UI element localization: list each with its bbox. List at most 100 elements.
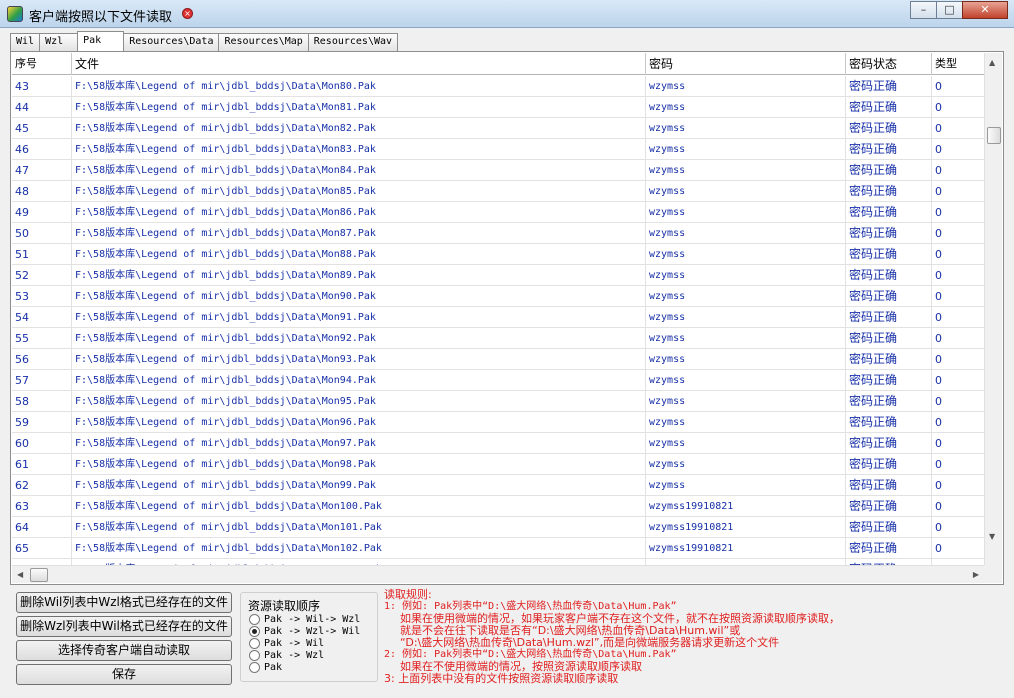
radio-button[interactable] [249, 625, 260, 637]
table-row[interactable]: 65 F:\58版本库\Legend of mir\jdbl_bddsj\Data… [12, 538, 984, 559]
table-row[interactable]: 57 F:\58版本库\Legend of mir\jdbl_bddsj\Data… [12, 370, 984, 391]
cell-password: wzymss [646, 286, 846, 307]
cell-type: 0 [935, 227, 942, 240]
tab-resources-map[interactable]: Resources\Map [218, 33, 309, 51]
table-row[interactable]: 44 F:\58版本库\Legend of mir\jdbl_bddsj\Data… [12, 97, 984, 118]
cell-index: 56 [12, 349, 72, 370]
radio-button[interactable] [249, 613, 260, 625]
cell-password-status: 密码正确 [846, 97, 932, 118]
read-order-option[interactable]: Pak -> Wzl-> Wil [249, 625, 360, 637]
column-header-file[interactable]: 文件 [72, 53, 646, 75]
cell-file: F:\58版本库\Legend of mir\jdbl_bddsj\Data\M… [72, 223, 646, 244]
table-row[interactable]: 51 F:\58版本库\Legend of mir\jdbl_bddsj\Data… [12, 244, 984, 265]
cell-type: 0 [935, 185, 942, 198]
cell-file: F:\58版本库\Legend of mir\jdbl_bddsj\Data\M… [72, 76, 646, 97]
table-row[interactable]: 53 F:\58版本库\Legend of mir\jdbl_bddsj\Data… [12, 286, 984, 307]
cell-file: F:\58版本库\Legend of mir\jdbl_bddsj\Data\M… [72, 391, 646, 412]
cell-password-status: 密码正确 [846, 433, 932, 454]
table-row[interactable]: 55 F:\58版本库\Legend of mir\jdbl_bddsj\Data… [12, 328, 984, 349]
scroll-left-icon[interactable]: ◀ [17, 570, 23, 579]
tab-resources-wav[interactable]: Resources\Wav [307, 33, 399, 51]
cell-password-status: 密码正确 [846, 202, 932, 223]
cell-file: F:\58版本库\Legend of mir\jdbl_bddsj\Data\M… [72, 496, 646, 517]
cell-password: wzymss [646, 328, 846, 349]
cell-file: F:\58版本库\Legend of mir\jdbl_bddsj\Data\M… [72, 328, 646, 349]
radio-button[interactable] [249, 637, 260, 649]
table-row[interactable]: 50 F:\58版本库\Legend of mir\jdbl_bddsj\Data… [12, 223, 984, 244]
table-row[interactable]: 52 F:\58版本库\Legend of mir\jdbl_bddsj\Data… [12, 265, 984, 286]
tab-wil[interactable]: Wil [10, 33, 41, 51]
cell-index: 46 [12, 139, 72, 160]
table-row[interactable]: 46 F:\58版本库\Legend of mir\jdbl_bddsj\Data… [12, 139, 984, 160]
column-header-password-status[interactable]: 密码状态 [846, 53, 932, 75]
table-row[interactable]: 61 F:\58版本库\Legend of mir\jdbl_bddsj\Data… [12, 454, 984, 475]
radio-button[interactable] [249, 649, 260, 661]
cell-password: wzymss [646, 118, 846, 139]
cell-type: 0 [935, 374, 942, 387]
cell-type: 0 [935, 521, 942, 534]
read-order-option[interactable]: Pak -> Wil-> Wzl [249, 613, 360, 625]
cell-password: wzymss [646, 412, 846, 433]
delete-wil-duplicates-button[interactable]: 删除Wil列表中Wzl格式已经存在的文件 [16, 592, 232, 613]
horizontal-scrollbar[interactable]: ◀ ▶ [12, 565, 984, 583]
table-row[interactable]: 64 F:\58版本库\Legend of mir\jdbl_bddsj\Data… [12, 517, 984, 538]
cell-index: 45 [12, 118, 72, 139]
radio-button[interactable] [249, 661, 260, 673]
cell-index: 52 [12, 265, 72, 286]
read-order-option[interactable]: Pak [249, 661, 282, 673]
cell-file: F:\58版本库\Legend of mir\jdbl_bddsj\Data\M… [72, 139, 646, 160]
cell-index: 53 [12, 286, 72, 307]
table-row[interactable]: 62 F:\58版本库\Legend of mir\jdbl_bddsj\Data… [12, 475, 984, 496]
cell-password-status: 密码正确 [846, 181, 932, 202]
tab-wzl[interactable]: Wzl [39, 33, 79, 51]
cell-type: 0 [935, 206, 942, 219]
cell-password: wzymss [646, 97, 846, 118]
table-row[interactable]: 56 F:\58版本库\Legend of mir\jdbl_bddsj\Data… [12, 349, 984, 370]
table-row[interactable]: 60 F:\58版本库\Legend of mir\jdbl_bddsj\Data… [12, 433, 984, 454]
cell-password: wzymss [646, 181, 846, 202]
cell-password-status: 密码正确 [846, 496, 932, 517]
read-order-option[interactable]: Pak -> Wzl [249, 649, 324, 661]
cell-type: 0 [935, 437, 942, 450]
table-row[interactable]: 49 F:\58版本库\Legend of mir\jdbl_bddsj\Data… [12, 202, 984, 223]
cell-type: 0 [935, 164, 942, 177]
table-row[interactable]: 48 F:\58版本库\Legend of mir\jdbl_bddsj\Data… [12, 181, 984, 202]
table-row[interactable]: 45 F:\58版本库\Legend of mir\jdbl_bddsj\Data… [12, 118, 984, 139]
tab-resources-data[interactable]: Resources\Data [123, 33, 220, 51]
window-title: 客户端按照以下文件读取 [29, 10, 173, 25]
tab-pak[interactable]: Pak [77, 31, 125, 51]
table-row[interactable]: 58 F:\58版本库\Legend of mir\jdbl_bddsj\Data… [12, 391, 984, 412]
column-header-password[interactable]: 密码 [646, 53, 846, 75]
column-header-index[interactable]: 序号 [12, 53, 72, 75]
cell-password: wzymss [646, 160, 846, 181]
scroll-right-icon[interactable]: ▶ [973, 570, 979, 579]
column-header-type[interactable]: 类型 [932, 53, 984, 75]
delete-wzl-duplicates-button[interactable]: 删除Wzl列表中Wil格式已经存在的文件 [16, 616, 232, 637]
cell-password-status: 密码正确 [846, 160, 932, 181]
cell-file: F:\58版本库\Legend of mir\jdbl_bddsj\Data\M… [72, 538, 646, 559]
read-order-option[interactable]: Pak -> Wil [249, 637, 324, 649]
scroll-down-icon[interactable]: ▼ [989, 532, 995, 541]
stop-icon: × [182, 8, 193, 19]
minimize-button[interactable]: – [910, 1, 937, 19]
table-row[interactable]: 43 F:\58版本库\Legend of mir\jdbl_bddsj\Data… [12, 76, 984, 97]
select-client-button[interactable]: 选择传奇客户端自动读取 [16, 640, 232, 661]
cell-password-status: 密码正确 [846, 349, 932, 370]
vertical-scrollbar[interactable]: ▲ ▼ [984, 53, 1002, 565]
scroll-up-icon[interactable]: ▲ [989, 58, 995, 67]
save-button[interactable]: 保存 [16, 664, 232, 685]
table-row[interactable]: 54 F:\58版本库\Legend of mir\jdbl_bddsj\Data… [12, 307, 984, 328]
cell-type: 0 [935, 248, 942, 261]
title-bar: 客户端按照以下文件读取 × – □ ✕ [0, 0, 1014, 28]
maximize-button[interactable]: □ [936, 1, 963, 19]
table-row[interactable]: 59 F:\58版本库\Legend of mir\jdbl_bddsj\Data… [12, 412, 984, 433]
vertical-scroll-thumb[interactable] [987, 127, 1001, 144]
cell-index: 61 [12, 454, 72, 475]
cell-file: F:\58版本库\Legend of mir\jdbl_bddsj\Data\M… [72, 433, 646, 454]
cell-index: 59 [12, 412, 72, 433]
table-row[interactable]: 63 F:\58版本库\Legend of mir\jdbl_bddsj\Data… [12, 496, 984, 517]
table-row[interactable]: 47 F:\58版本库\Legend of mir\jdbl_bddsj\Data… [12, 160, 984, 181]
tab-strip: Wil Wzl Pak Resources\Data Resources\Map… [10, 31, 399, 51]
horizontal-scroll-thumb[interactable] [30, 568, 48, 582]
close-button[interactable]: ✕ [962, 1, 1008, 19]
